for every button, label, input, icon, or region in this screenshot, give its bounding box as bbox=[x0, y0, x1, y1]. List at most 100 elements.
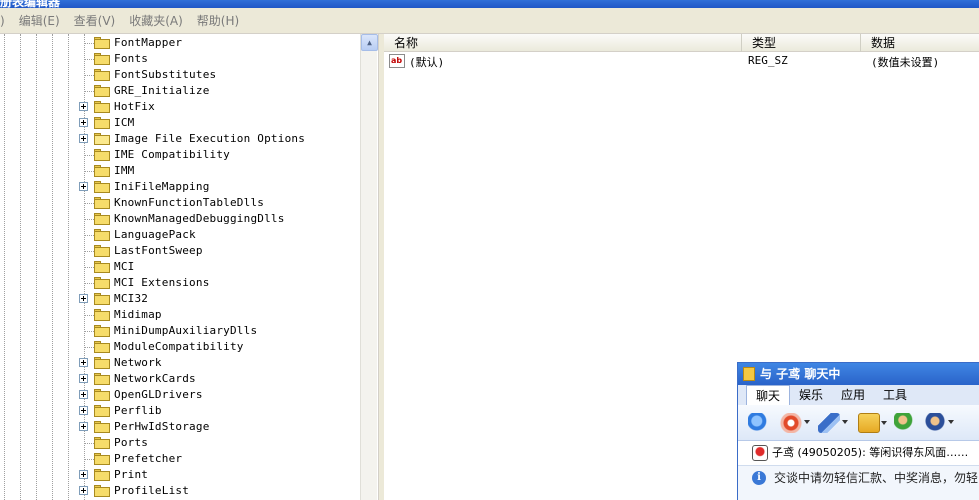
tree-item-label: KnownFunctionTableDlls bbox=[114, 196, 265, 209]
chat-window-icon bbox=[743, 367, 755, 381]
tree-item[interactable]: GRE_Initialize bbox=[0, 83, 360, 99]
add-friend-icon[interactable] bbox=[894, 413, 916, 433]
tree-item[interactable]: IME Compatibility bbox=[0, 147, 360, 163]
tree-item[interactable]: Midimap bbox=[0, 307, 360, 323]
expand-plus-icon[interactable] bbox=[79, 470, 88, 479]
tree-item-label: IME Compatibility bbox=[114, 148, 230, 161]
tree-item[interactable]: IniFileMapping bbox=[0, 179, 360, 195]
tree-item[interactable]: Perflib bbox=[0, 403, 360, 419]
folder-icon bbox=[94, 261, 110, 273]
tree-item-label: FontMapper bbox=[114, 36, 183, 49]
tree-item[interactable]: FontMapper bbox=[0, 35, 360, 51]
folder-send-icon[interactable] bbox=[858, 413, 887, 433]
tab-entertainment[interactable]: 娱乐 bbox=[790, 385, 832, 405]
registry-tree[interactable]: FontMapper Fonts FontSubstitutes GRE_Initia… bbox=[0, 34, 379, 500]
tree-item[interactable]: Print bbox=[0, 467, 360, 483]
column-header-data[interactable]: 数据 bbox=[861, 34, 979, 52]
tree-item[interactable]: IMM bbox=[0, 163, 360, 179]
security-notice-text: 交谈中请勿轻信汇款、中奖消息，勿轻 bbox=[774, 471, 979, 485]
folder-icon bbox=[94, 85, 110, 97]
menu-item-edit[interactable]: 编辑(E) bbox=[13, 12, 68, 29]
pen-icon[interactable] bbox=[818, 413, 848, 433]
customer-service-icon[interactable] bbox=[924, 413, 954, 433]
expand-plus-icon[interactable] bbox=[79, 422, 88, 431]
expand-plus-icon[interactable] bbox=[79, 486, 88, 495]
tree-item[interactable]: Image File Execution Options bbox=[0, 131, 360, 147]
list-item[interactable]: ab (默认) REG_SZ (数值未设置) bbox=[384, 53, 979, 69]
tree-connector bbox=[84, 59, 94, 60]
tree-item[interactable]: KnownManagedDebuggingDlls bbox=[0, 211, 360, 227]
tree-item-label: NetworkCards bbox=[114, 372, 196, 385]
expand-plus-icon[interactable] bbox=[79, 358, 88, 367]
expand-plus-icon[interactable] bbox=[79, 118, 88, 127]
tree-item-label: LanguagePack bbox=[114, 228, 196, 241]
expand-plus-icon[interactable] bbox=[79, 390, 88, 399]
tree-item[interactable]: LanguagePack bbox=[0, 227, 360, 243]
expand-plus-icon[interactable] bbox=[79, 294, 88, 303]
tree-item[interactable]: ProfileList bbox=[0, 483, 360, 499]
folder-icon bbox=[94, 229, 110, 241]
tree-connector bbox=[84, 283, 94, 284]
tree-item[interactable]: Fonts bbox=[0, 51, 360, 67]
tree-item[interactable]: Prefetcher bbox=[0, 451, 360, 467]
chevron-up-icon: ▲ bbox=[367, 38, 372, 47]
tree-item[interactable]: KnownFunctionTableDlls bbox=[0, 195, 360, 211]
tree-connector bbox=[84, 251, 94, 252]
tree-item-label: ModuleCompatibility bbox=[114, 340, 244, 353]
folder-icon bbox=[94, 69, 110, 81]
folder-icon bbox=[94, 117, 110, 129]
tab-chat[interactable]: 聊天 bbox=[746, 385, 791, 405]
tree-item-label: FontSubstitutes bbox=[114, 68, 217, 81]
scroll-up-button[interactable]: ▲ bbox=[361, 34, 378, 51]
expand-plus-icon[interactable] bbox=[79, 182, 88, 191]
tree-item[interactable]: Ports bbox=[0, 435, 360, 451]
value-name: (默认) bbox=[409, 56, 445, 69]
tree-item[interactable]: LastFontSweep bbox=[0, 243, 360, 259]
menu-item-view[interactable]: 查看(V) bbox=[68, 12, 124, 29]
contacts-icon[interactable] bbox=[748, 413, 770, 433]
tree-item[interactable]: FontSubstitutes bbox=[0, 67, 360, 83]
tree-connector bbox=[84, 171, 94, 172]
folder-icon bbox=[94, 325, 110, 337]
tree-item[interactable]: MiniDumpAuxiliaryDlls bbox=[0, 323, 360, 339]
tree-item[interactable]: NetworkCards bbox=[0, 371, 360, 387]
tree-item-label: LastFontSweep bbox=[114, 244, 203, 257]
tree-item[interactable]: MCI32 bbox=[0, 291, 360, 307]
tree-item[interactable]: ModuleCompatibility bbox=[0, 339, 360, 355]
tree-scrollbar[interactable]: ▲ bbox=[360, 34, 378, 500]
tree-item[interactable]: MCI Extensions bbox=[0, 275, 360, 291]
menu-item-help[interactable]: 帮助(H) bbox=[191, 12, 247, 29]
column-header-type[interactable]: 类型 bbox=[742, 34, 861, 52]
tree-item-label: ProfileList bbox=[114, 484, 190, 497]
chat-window[interactable]: 与 子鸢 聊天中 聊天 娱乐 应用 工具 子鸢 (49050205): 等闲识得… bbox=[737, 362, 979, 500]
webcam-icon[interactable] bbox=[780, 413, 810, 433]
tree-item[interactable]: MCI bbox=[0, 259, 360, 275]
tab-apps[interactable]: 应用 bbox=[832, 385, 874, 405]
chat-title-bar[interactable]: 与 子鸢 聊天中 bbox=[738, 363, 979, 385]
expand-plus-icon[interactable] bbox=[79, 406, 88, 415]
column-header-name[interactable]: 名称 bbox=[384, 34, 742, 52]
tree-item[interactable]: HotFix bbox=[0, 99, 360, 115]
folder-icon bbox=[94, 309, 110, 321]
chat-title: 与 子鸢 聊天中 bbox=[760, 367, 841, 381]
list-header: 名称 类型 数据 bbox=[384, 34, 979, 52]
folder-icon bbox=[94, 101, 110, 113]
expand-plus-icon[interactable] bbox=[79, 102, 88, 111]
expand-plus-icon[interactable] bbox=[79, 134, 88, 143]
menu-item-truncated[interactable]: ) bbox=[0, 14, 13, 28]
avatar[interactable] bbox=[752, 445, 768, 461]
tab-tools[interactable]: 工具 bbox=[874, 385, 916, 405]
tree-item-label: IniFileMapping bbox=[114, 180, 210, 193]
menu-item-favorites[interactable]: 收藏夹(A) bbox=[123, 12, 191, 29]
expand-plus-icon[interactable] bbox=[79, 374, 88, 383]
chat-toolbar bbox=[738, 405, 979, 441]
tree-connector bbox=[84, 235, 94, 236]
folder-icon bbox=[94, 53, 110, 65]
title-bar: 册表编辑器 bbox=[0, 0, 979, 8]
tree-item[interactable]: OpenGLDrivers bbox=[0, 387, 360, 403]
tree-item[interactable]: ICM bbox=[0, 115, 360, 131]
folder-icon bbox=[94, 469, 110, 481]
chat-tab-bar: 聊天 娱乐 应用 工具 bbox=[738, 385, 979, 405]
tree-item[interactable]: PerHwIdStorage bbox=[0, 419, 360, 435]
tree-item[interactable]: Network bbox=[0, 355, 360, 371]
